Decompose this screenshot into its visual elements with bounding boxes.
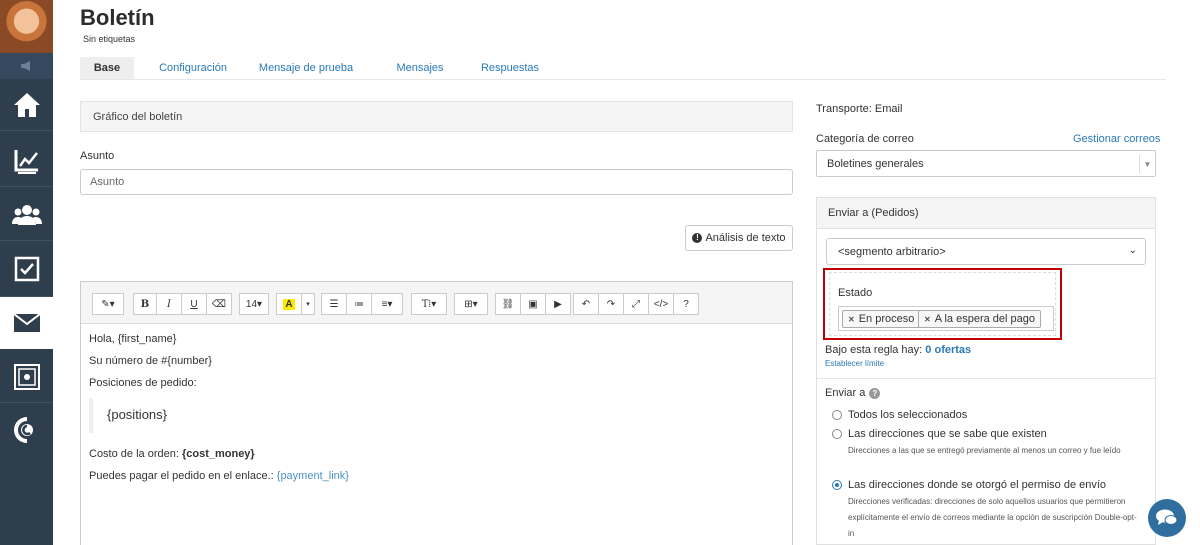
- send-to-title: Enviar a (Pedidos): [828, 207, 919, 219]
- link-icon[interactable]: ⛓: [495, 293, 521, 315]
- category-value: Boletines generales: [827, 158, 924, 170]
- avatar[interactable]: [0, 0, 53, 53]
- tab-mensaje-de-prueba[interactable]: Mensaje de prueba: [256, 57, 356, 79]
- payment-line: Puedes pagar el pedido en el enlace.: {p…: [89, 470, 349, 482]
- underline-icon[interactable]: U: [181, 293, 207, 315]
- estado-label: Estado: [838, 287, 873, 299]
- numbered-list-icon[interactable]: ≔: [346, 293, 372, 315]
- radio-button-checked[interactable]: [832, 480, 842, 490]
- highlight-color-icon[interactable]: A: [276, 293, 302, 315]
- remove-tag-icon[interactable]: ✕: [848, 315, 855, 324]
- c-logo-icon[interactable]: [0, 405, 53, 455]
- option-all-selected[interactable]: Todos los seleccionados: [832, 409, 967, 421]
- video-icon[interactable]: ▶: [545, 293, 571, 315]
- segment-select[interactable]: <segmento arbitrario> ⌄: [826, 238, 1146, 265]
- offer-count[interactable]: 0 ofertas: [925, 344, 971, 356]
- remove-tag-icon[interactable]: ✕: [924, 315, 931, 324]
- fullscreen-icon[interactable]: ⤢: [623, 293, 649, 315]
- tab-respuestas[interactable]: Respuestas: [478, 57, 542, 79]
- greeting-line: Hola, {first_name}: [89, 333, 177, 345]
- radio-button[interactable]: [832, 410, 842, 420]
- chevron-down-icon: ⌄: [1128, 245, 1137, 256]
- safe-icon[interactable]: [0, 352, 53, 402]
- transport-label: Transporte: Email: [816, 103, 903, 115]
- set-limit-link[interactable]: Establecer límite: [825, 359, 884, 368]
- sidebar: [0, 0, 53, 545]
- email-editor[interactable]: ✎▾ B I U ⌫ 14 ▾ A ▾ ☰ ≔ ≡▾ T⁞▾ ⊞▾ ⛓ ▣ ▶ ↶…: [80, 281, 793, 545]
- option-known-desc: Direcciones a las que se entregó previam…: [848, 446, 1121, 455]
- tab-configuracion[interactable]: Configuración: [150, 57, 236, 79]
- text-analysis-label: Análisis de texto: [705, 232, 786, 244]
- tag-en-proceso[interactable]: ✕ En proceso: [842, 310, 921, 328]
- text-analysis-button[interactable]: ! Análisis de texto: [685, 225, 793, 251]
- code-view-icon[interactable]: </>: [648, 293, 674, 315]
- font-size-select[interactable]: 14 ▾: [239, 293, 269, 315]
- page-subtitle: Sin etiquetas: [83, 34, 136, 44]
- users-icon[interactable]: [0, 190, 53, 240]
- undo-icon[interactable]: ↶: [573, 293, 599, 315]
- bullet-list-icon[interactable]: ☰: [321, 293, 347, 315]
- send-to-label: Enviar a ?: [825, 387, 881, 399]
- blockquote-bar: [89, 398, 93, 433]
- tab-bar: Base Configuración Mensaje de prueba Men…: [80, 57, 1166, 80]
- image-icon[interactable]: ▣: [520, 293, 546, 315]
- highlight-dropdown-icon[interactable]: ▾: [301, 293, 315, 315]
- chat-icon[interactable]: [1148, 499, 1186, 537]
- chart-icon[interactable]: [0, 136, 53, 186]
- caret-down-icon: ▼: [1139, 155, 1155, 173]
- bold-icon[interactable]: B: [133, 293, 157, 315]
- option-known-addresses[interactable]: Las direcciones que se sabe que existen: [832, 428, 1047, 440]
- category-select[interactable]: Boletines generales ▼: [816, 150, 1156, 177]
- tag-a-la-espera[interactable]: ✕ A la espera del pago: [918, 310, 1042, 328]
- eraser-icon[interactable]: ⌫: [206, 293, 232, 315]
- tab-mensajes[interactable]: Mensajes: [391, 57, 449, 79]
- home-icon[interactable]: [0, 80, 53, 130]
- align-icon[interactable]: ≡▾: [371, 293, 403, 315]
- tab-base[interactable]: Base: [80, 57, 134, 79]
- graphic-panel-title: Gráfico del boletín: [93, 111, 183, 123]
- positions-placeholder: {positions}: [107, 407, 167, 422]
- table-icon[interactable]: ⊞▾: [454, 293, 488, 315]
- text-style-icon[interactable]: T⁞▾: [411, 293, 447, 315]
- help-icon[interactable]: ?: [673, 293, 699, 315]
- category-label: Categoría de correo: [816, 133, 914, 145]
- number-line: Su número de #{number}: [89, 355, 212, 367]
- exclamation-icon: !: [692, 233, 703, 243]
- graphic-panel[interactable]: Gráfico del boletín: [80, 101, 793, 132]
- help-icon[interactable]: ?: [869, 387, 881, 399]
- italic-icon[interactable]: I: [156, 293, 182, 315]
- rule-count-text: Bajo esta regla hay: 0 ofertas: [825, 344, 972, 356]
- manage-mails-link[interactable]: Gestionar correos: [1073, 133, 1160, 145]
- checkbox-icon[interactable]: [0, 244, 53, 294]
- segment-value: <segmento arbitrario>: [838, 246, 946, 258]
- radio-button[interactable]: [832, 429, 842, 439]
- send-to-header: Enviar a (Pedidos): [817, 198, 1155, 229]
- estado-tag-input[interactable]: ✕ En proceso ✕ A la espera del pago: [838, 306, 1054, 331]
- payment-link[interactable]: {payment_link}: [277, 470, 349, 482]
- subject-label: Asunto: [80, 150, 115, 162]
- send-to-panel: Enviar a (Pedidos) <segmento arbitrario>…: [816, 197, 1156, 545]
- estado-filter: Estado ✕ En proceso ✕ A la espera del pa…: [829, 272, 1056, 336]
- page-title: Boletín: [80, 5, 155, 30]
- option-permission-addresses[interactable]: Las direcciones donde se otorgó el permi…: [832, 479, 1106, 491]
- megaphone-icon[interactable]: [0, 53, 53, 79]
- magic-wand-icon[interactable]: ✎▾: [92, 293, 124, 315]
- estado-highlight: Estado ✕ En proceso ✕ A la espera del pa…: [823, 268, 1062, 340]
- editor-toolbar: ✎▾ B I U ⌫ 14 ▾ A ▾ ☰ ≔ ≡▾ T⁞▾ ⊞▾ ⛓ ▣ ▶ ↶…: [81, 282, 792, 324]
- redo-icon[interactable]: ↷: [598, 293, 624, 315]
- mail-icon[interactable]: [0, 297, 53, 349]
- option-permission-desc: Direcciones verificadas: direcciones de …: [848, 497, 1137, 538]
- cost-line: Costo de la orden: {cost_money}: [89, 448, 255, 460]
- subject-input[interactable]: [80, 169, 793, 195]
- positions-label: Posiciones de pedido:: [89, 377, 197, 389]
